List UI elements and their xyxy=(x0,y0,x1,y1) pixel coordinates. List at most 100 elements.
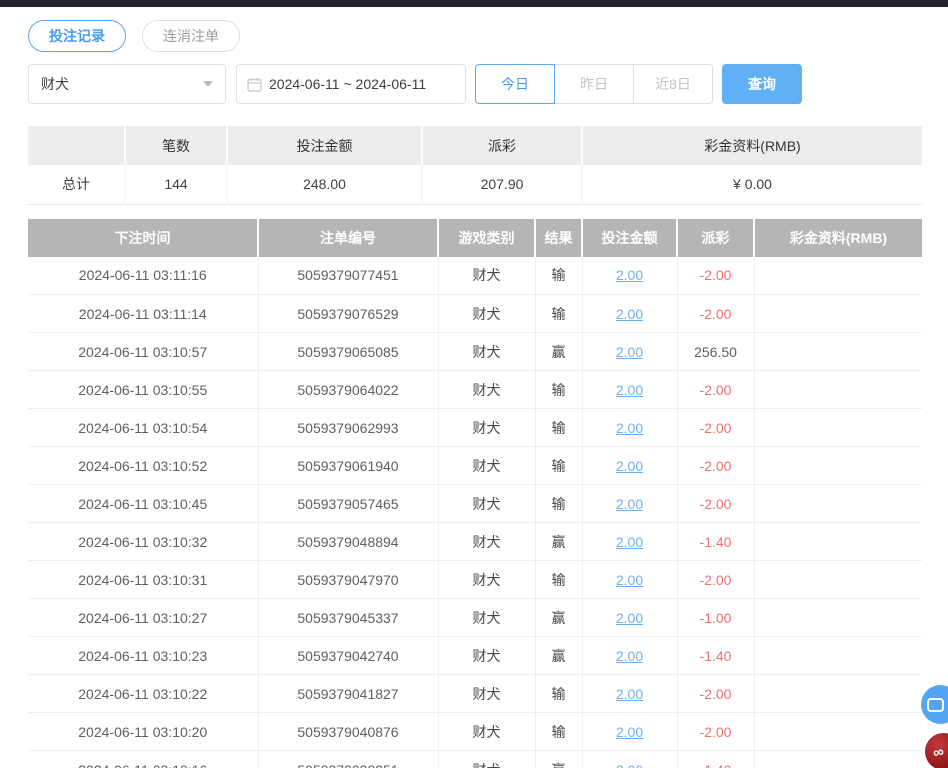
cell-payout: 256.50 xyxy=(677,333,754,371)
cell-bonus xyxy=(754,523,922,561)
bet-amount-link[interactable]: 2.00 xyxy=(616,496,643,512)
cell-bet-time: 2024-06-11 03:10:55 xyxy=(28,371,258,409)
cell-payout: -1.40 xyxy=(677,523,754,561)
cell-result: 输 xyxy=(535,257,582,295)
summary-header-payout: 派彩 xyxy=(422,126,582,165)
cell-bonus xyxy=(754,637,922,675)
cell-order-id: 5059379042740 xyxy=(258,637,438,675)
summary-total-bonus: ¥ 0.00 xyxy=(582,165,922,204)
bet-amount-link[interactable]: 2.00 xyxy=(616,648,643,664)
table-row: 2024-06-11 03:10:57 5059379065085 财犬 赢 2… xyxy=(28,333,922,371)
bet-amount-link[interactable]: 2.00 xyxy=(616,344,643,360)
cell-payout: -2.00 xyxy=(677,485,754,523)
bet-amount-link[interactable]: 2.00 xyxy=(616,306,643,322)
bet-amount-link[interactable]: 2.00 xyxy=(616,267,643,283)
query-button[interactable]: 查询 xyxy=(722,64,802,104)
table-row: 2024-06-11 03:10:45 5059379057465 财犬 输 2… xyxy=(28,485,922,523)
bet-amount-link[interactable]: 2.00 xyxy=(616,762,643,768)
bet-table-header-row: 下注时间 注单编号 游戏类别 结果 投注金额 派彩 彩金资料(RMB) xyxy=(28,219,922,257)
chat-window-icon xyxy=(927,698,944,712)
cell-bet-time: 2024-06-11 03:10:23 xyxy=(28,637,258,675)
cell-game-type: 财犬 xyxy=(438,447,535,485)
bet-records-table: 下注时间 注单编号 游戏类别 结果 投注金额 派彩 彩金资料(RMB) 2024… xyxy=(28,219,922,768)
bet-amount-link[interactable]: 2.00 xyxy=(616,382,643,398)
date-range-input[interactable]: 2024-06-11 ~ 2024-06-11 xyxy=(236,64,466,104)
cell-game-type: 财犬 xyxy=(438,333,535,371)
bet-amount-link[interactable]: 2.00 xyxy=(616,724,643,740)
cell-bet-time: 2024-06-11 03:10:54 xyxy=(28,409,258,447)
cell-bonus xyxy=(754,371,922,409)
cell-payout: -2.00 xyxy=(677,561,754,599)
summary-header-count: 笔数 xyxy=(125,126,227,165)
header-bonus: 彩金资料(RMB) xyxy=(754,219,922,257)
cell-bet-time: 2024-06-11 03:10:45 xyxy=(28,485,258,523)
table-row: 2024-06-11 03:11:14 5059379076529 财犬 输 2… xyxy=(28,295,922,333)
cell-bonus xyxy=(754,561,922,599)
cell-result: 输 xyxy=(535,409,582,447)
cell-payout: -2.00 xyxy=(677,447,754,485)
bet-amount-link[interactable]: 2.00 xyxy=(616,534,643,550)
cell-result: 赢 xyxy=(535,333,582,371)
bet-amount-link[interactable]: 2.00 xyxy=(616,420,643,436)
table-row: 2024-06-11 03:10:31 5059379047970 财犬 输 2… xyxy=(28,561,922,599)
game-select-value: 财犬 xyxy=(41,74,69,94)
bet-amount-link[interactable]: 2.00 xyxy=(616,610,643,626)
cell-bonus xyxy=(754,447,922,485)
summary-total-row: 总计 144 248.00 207.90 ¥ 0.00 xyxy=(28,165,922,204)
top-bar xyxy=(0,0,948,7)
bet-amount-link[interactable]: 2.00 xyxy=(616,572,643,588)
last-8-days-button[interactable]: 近8日 xyxy=(633,64,713,104)
cell-order-id: 5059379040876 xyxy=(258,713,438,751)
cell-bet-time: 2024-06-11 03:10:57 xyxy=(28,333,258,371)
header-bet-amount: 投注金额 xyxy=(582,219,677,257)
summary-table: 笔数 投注金额 派彩 彩金资料(RMB) 总计 144 248.00 207.9… xyxy=(28,126,922,205)
cell-game-type: 财犬 xyxy=(438,295,535,333)
table-row: 2024-06-11 03:10:20 5059379040876 财犬 输 2… xyxy=(28,713,922,751)
summary-header-blank xyxy=(28,126,125,165)
summary-total-payout: 207.90 xyxy=(422,165,582,204)
cell-result: 输 xyxy=(535,713,582,751)
cell-order-id: 5059379038251 xyxy=(258,751,438,768)
tab-bet-records[interactable]: 投注记录 xyxy=(28,20,126,52)
cell-payout: -2.00 xyxy=(677,371,754,409)
cell-order-id: 5059379064022 xyxy=(258,371,438,409)
header-bet-time: 下注时间 xyxy=(28,219,258,257)
table-row: 2024-06-11 03:10:27 5059379045337 财犬 赢 2… xyxy=(28,599,922,637)
cell-game-type: 财犬 xyxy=(438,409,535,447)
header-order-id: 注单编号 xyxy=(258,219,438,257)
cell-bonus xyxy=(754,409,922,447)
header-payout: 派彩 xyxy=(677,219,754,257)
date-range-value: 2024-06-11 ~ 2024-06-11 xyxy=(269,76,426,92)
cell-order-id: 5059379041827 xyxy=(258,675,438,713)
cell-game-type: 财犬 xyxy=(438,637,535,675)
cell-bonus xyxy=(754,295,922,333)
today-button[interactable]: 今日 xyxy=(475,64,555,104)
bet-amount-link[interactable]: 2.00 xyxy=(616,686,643,702)
cell-result: 输 xyxy=(535,485,582,523)
cell-bet-time: 2024-06-11 03:11:14 xyxy=(28,295,258,333)
cell-result: 赢 xyxy=(535,751,582,768)
record-tabs: 投注记录 连消注单 xyxy=(28,20,922,52)
cell-result: 输 xyxy=(535,371,582,409)
cell-bonus xyxy=(754,485,922,523)
cell-payout: -2.00 xyxy=(677,409,754,447)
cell-game-type: 财犬 xyxy=(438,523,535,561)
yesterday-button[interactable]: 昨日 xyxy=(554,64,634,104)
tab-cancelled-orders[interactable]: 连消注单 xyxy=(142,20,240,52)
game-select[interactable]: 财犬 xyxy=(28,64,226,104)
table-row: 2024-06-11 03:10:55 5059379064022 财犬 输 2… xyxy=(28,371,922,409)
bet-amount-link[interactable]: 2.00 xyxy=(616,458,643,474)
summary-header-row: 笔数 投注金额 派彩 彩金资料(RMB) xyxy=(28,126,922,165)
cell-order-id: 5059379048894 xyxy=(258,523,438,561)
cell-game-type: 财犬 xyxy=(438,675,535,713)
cell-order-id: 5059379076529 xyxy=(258,295,438,333)
cell-result: 输 xyxy=(535,561,582,599)
header-result: 结果 xyxy=(535,219,582,257)
cell-payout: -2.00 xyxy=(677,295,754,333)
cell-bet-time: 2024-06-11 03:10:16 xyxy=(28,751,258,768)
summary-total-bet-amount: 248.00 xyxy=(227,165,422,204)
summary-header-bet-amount: 投注金额 xyxy=(227,126,422,165)
table-row: 2024-06-11 03:10:23 5059379042740 财犬 赢 2… xyxy=(28,637,922,675)
cell-bet-time: 2024-06-11 03:10:31 xyxy=(28,561,258,599)
main-content: 投注记录 连消注单 财犬 2024-06-11 ~ 2024-06-11 今日 … xyxy=(0,7,948,768)
